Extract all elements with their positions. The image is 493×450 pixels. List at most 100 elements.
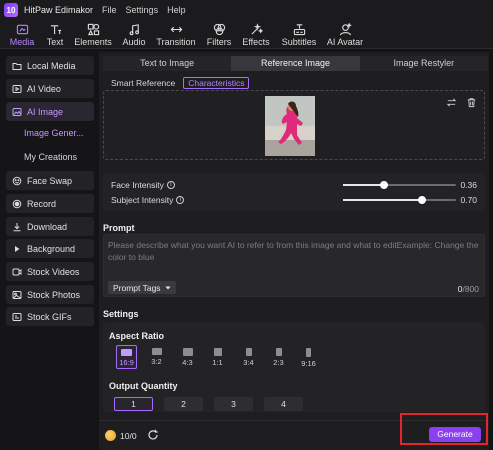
sidebar-item-label: Local Media — [27, 60, 76, 71]
sidebar-item-local-media[interactable]: Local Media — [6, 56, 94, 75]
sidebar-subitem-my-creations[interactable]: My Creations — [24, 152, 77, 162]
char-count-max: /800 — [462, 284, 479, 294]
sidebar-item-stock-photos[interactable]: Stock Photos — [6, 285, 94, 304]
ratio-3-4[interactable]: 3:4 — [238, 345, 259, 369]
subtab-characteristics[interactable]: Characteristics — [183, 77, 250, 89]
quantity-4-button[interactable]: 4 — [264, 397, 303, 411]
tool-media-label: Media — [9, 37, 35, 47]
subject-intensity-slider[interactable] — [343, 196, 456, 204]
tool-subtitles-label: Subtitles — [281, 37, 317, 47]
folder-icon — [12, 61, 22, 71]
subject-intensity-label: Subject Intensity i — [111, 195, 185, 205]
ratio-4-3-shape — [182, 348, 193, 356]
prompt-input[interactable]: Please describe what you want AI to refe… — [103, 234, 485, 297]
sidebar-item-background[interactable]: Background — [6, 239, 94, 258]
ratio-16-9-shape — [121, 349, 132, 356]
credits-coin-icon — [105, 430, 116, 441]
top-toolbar: Media Text Elements Audio Transition Fil… — [0, 20, 493, 49]
audio-icon — [129, 24, 139, 36]
ratio-1-1-label: 1:1 — [212, 358, 223, 367]
face-intensity-text: Face Intensity — [111, 180, 164, 190]
ratio-9-16-label: 9:16 — [301, 359, 316, 368]
ratio-1-1[interactable]: 1:1 — [207, 345, 228, 369]
subtab-smart-reference[interactable]: Smart Reference — [107, 77, 179, 89]
sidebar-item-stock-videos[interactable]: Stock Videos — [6, 262, 94, 281]
tool-effects-label: Effects — [242, 37, 270, 47]
ratio-9-16[interactable]: 9:16 — [298, 345, 319, 369]
tool-audio-label: Audio — [122, 37, 146, 47]
sidebar-item-label: Stock Photos — [27, 289, 81, 300]
quantity-1-button[interactable]: 1 — [114, 397, 153, 411]
ratio-1-1-shape — [213, 348, 222, 356]
tab-text-to-image[interactable]: Text to Image — [103, 56, 232, 71]
char-counter: 0/800 — [458, 284, 479, 294]
quantity-3-button[interactable]: 3 — [214, 397, 253, 411]
tool-media[interactable]: Media — [8, 20, 36, 49]
quantity-2-button[interactable]: 2 — [164, 397, 203, 411]
ratio-9-16-shape — [306, 348, 311, 357]
tool-text-label: Text — [46, 37, 64, 47]
tool-ai-avatar-label: AI Avatar — [326, 37, 364, 47]
stock-gifs-icon — [12, 312, 22, 322]
tool-transition-label: Transition — [156, 37, 196, 47]
subtitles-icon — [293, 24, 305, 36]
sidebar: Local Media AI Video AI Image Image Gene… — [0, 50, 95, 450]
sidebar-item-download[interactable]: Download — [6, 217, 94, 236]
transition-icon — [170, 26, 182, 33]
delete-image-icon[interactable] — [466, 97, 477, 108]
ratio-4-3-label: 4:3 — [182, 358, 193, 367]
effects-icon — [250, 23, 263, 35]
swap-image-icon[interactable] — [446, 97, 457, 108]
subject-intensity-thumb[interactable] — [418, 196, 427, 204]
ratio-16-9[interactable]: 16:9 — [116, 345, 137, 369]
prompt-tags-label: Prompt Tags — [113, 282, 161, 293]
menu-settings[interactable]: Settings — [126, 5, 159, 15]
face-intensity-slider[interactable] — [343, 181, 456, 189]
ratio-3-4-label: 3:4 — [243, 358, 254, 367]
face-intensity-label: Face Intensity i — [111, 180, 175, 190]
ai-image-panel: Text to Image Reference Image Image Rest… — [99, 52, 489, 450]
prompt-tags-dropdown[interactable]: Prompt Tags — [108, 281, 176, 294]
menu-file[interactable]: File — [102, 5, 117, 15]
tool-ai-avatar[interactable]: AI Avatar — [325, 20, 365, 49]
title-bar: 10 HitPaw Edimakor File Settings Help — [0, 0, 493, 20]
face-intensity-fill — [343, 184, 384, 186]
sidebar-item-ai-video[interactable]: AI Video — [6, 79, 94, 98]
tool-text[interactable]: Text — [44, 20, 66, 49]
sidebar-item-record[interactable]: Record — [6, 194, 94, 213]
ai-avatar-icon — [339, 23, 352, 36]
tool-transition[interactable]: Transition — [156, 20, 196, 49]
credits-count: 10/0 — [120, 431, 137, 441]
info-icon[interactable]: i — [176, 196, 185, 204]
menu-help[interactable]: Help — [167, 5, 186, 15]
sidebar-item-stock-gifs[interactable]: Stock GIFs — [6, 307, 94, 326]
sidebar-item-ai-image[interactable]: AI Image — [6, 102, 94, 121]
face-intensity-thumb[interactable] — [379, 181, 388, 189]
output-quantity-title: Output Quantity — [109, 381, 178, 391]
ratio-2-3-label: 2:3 — [273, 358, 284, 367]
tool-audio[interactable]: Audio — [120, 20, 148, 49]
sidebar-item-face-swap[interactable]: Face Swap — [6, 171, 94, 190]
ratio-3-4-shape — [245, 348, 252, 356]
ratio-2-3[interactable]: 2:3 — [268, 345, 289, 369]
tool-effects[interactable]: Effects — [241, 20, 271, 49]
subject-intensity-value: 0.70 — [460, 195, 477, 205]
tool-filters[interactable]: Filters — [205, 20, 233, 49]
tab-reference-image[interactable]: Reference Image — [231, 56, 360, 71]
subject-intensity-fill — [343, 199, 423, 201]
ai-image-icon — [12, 107, 22, 117]
settings-title: Settings — [103, 309, 139, 319]
ratio-16-9-label: 16:9 — [119, 358, 134, 367]
sidebar-subitem-image-generator[interactable]: Image Gener... — [24, 128, 84, 138]
tool-elements[interactable]: Elements — [74, 20, 112, 49]
refresh-icon[interactable] — [147, 429, 159, 441]
tab-image-restyler[interactable]: Image Restyler — [359, 56, 488, 71]
ratio-3-2[interactable]: 3:2 — [146, 345, 167, 369]
reference-image-dropzone[interactable] — [103, 90, 485, 160]
tool-subtitles[interactable]: Subtitles — [280, 20, 318, 49]
info-icon[interactable]: i — [166, 181, 175, 189]
ratio-4-3[interactable]: 4:3 — [177, 345, 198, 369]
prompt-title: Prompt — [103, 223, 135, 233]
ai-video-icon — [12, 84, 22, 94]
ratio-2-3-shape — [275, 348, 282, 356]
